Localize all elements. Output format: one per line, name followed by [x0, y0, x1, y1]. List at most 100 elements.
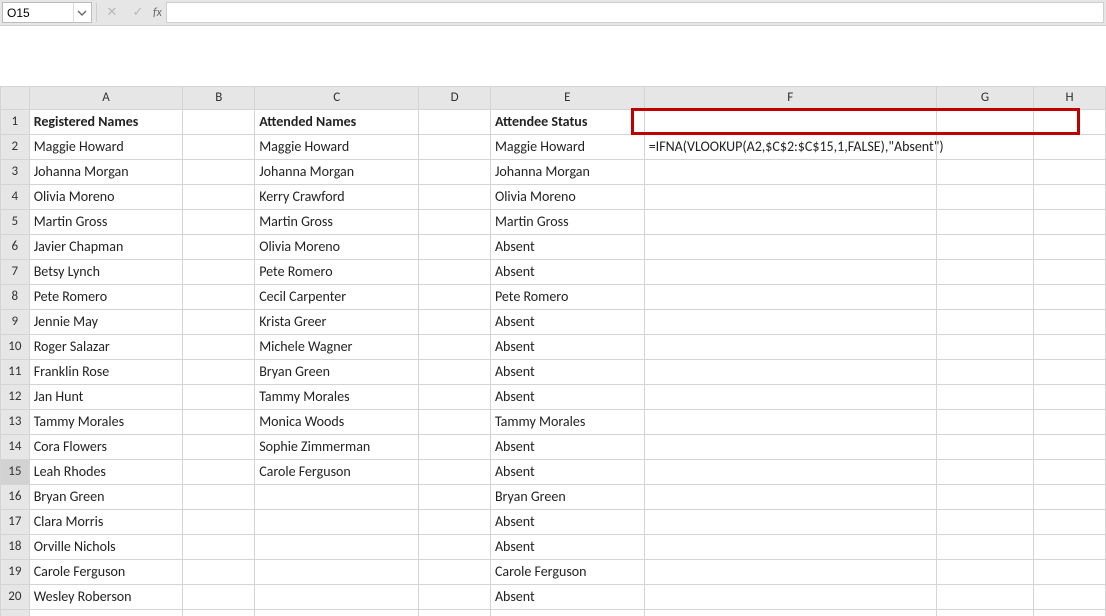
col-header-G[interactable]: G — [936, 87, 1033, 110]
cell-D8[interactable] — [419, 285, 491, 310]
cell-E5[interactable]: Martin Gross — [490, 210, 644, 235]
cell-G9[interactable] — [936, 310, 1033, 335]
cell-E20[interactable]: Absent — [490, 585, 644, 610]
cell-F16[interactable] — [644, 485, 936, 510]
cell-G11[interactable] — [936, 360, 1033, 385]
cell-C1[interactable]: Attended Names — [255, 110, 419, 135]
cell-A6[interactable]: Javier Chapman — [29, 235, 183, 260]
spreadsheet[interactable]: ABCDEFGH 1Registered NamesAttended Names… — [0, 86, 1106, 616]
cell-G13[interactable] — [936, 410, 1033, 435]
cell-E8[interactable]: Pete Romero — [490, 285, 644, 310]
cell-F20[interactable] — [644, 585, 936, 610]
cell-B4[interactable] — [183, 185, 255, 210]
cell-C16[interactable] — [255, 485, 419, 510]
cell-D17[interactable] — [419, 510, 491, 535]
cell-H17[interactable] — [1034, 510, 1106, 535]
cell-E18[interactable]: Absent — [490, 535, 644, 560]
cell-B13[interactable] — [183, 410, 255, 435]
cell-B8[interactable] — [183, 285, 255, 310]
cell-G10[interactable] — [936, 335, 1033, 360]
cell-E2[interactable]: Maggie Howard — [490, 135, 644, 160]
cell-D18[interactable] — [419, 535, 491, 560]
cell-H18[interactable] — [1034, 535, 1106, 560]
cell-C15[interactable]: Carole Ferguson — [255, 460, 419, 485]
cell-C19[interactable] — [255, 560, 419, 585]
cell-B17[interactable] — [183, 510, 255, 535]
row-header[interactable]: 15 — [1, 460, 30, 485]
col-header-F[interactable]: F — [644, 87, 936, 110]
cancel-button[interactable]: ✕ — [99, 0, 125, 25]
cell-D3[interactable] — [419, 160, 491, 185]
cell-A15[interactable]: Leah Rhodes — [29, 460, 183, 485]
cell-B3[interactable] — [183, 160, 255, 185]
cell-E17[interactable]: Absent — [490, 510, 644, 535]
cell-H3[interactable] — [1034, 160, 1106, 185]
cell-F14[interactable] — [644, 435, 936, 460]
cell-E15[interactable]: Absent — [490, 460, 644, 485]
cell-E4[interactable]: Olivia Moreno — [490, 185, 644, 210]
col-header-H[interactable]: H — [1034, 87, 1106, 110]
row-header[interactable]: 8 — [1, 285, 30, 310]
cell-A17[interactable]: Clara Morris — [29, 510, 183, 535]
row-header[interactable]: 5 — [1, 210, 30, 235]
cell-A1[interactable]: Registered Names — [29, 110, 183, 135]
col-header-B[interactable]: B — [183, 87, 255, 110]
cell-E1[interactable]: Attendee Status — [490, 110, 644, 135]
row-header[interactable]: 17 — [1, 510, 30, 535]
cell-A2[interactable]: Maggie Howard — [29, 135, 183, 160]
cell-A13[interactable]: Tammy Morales — [29, 410, 183, 435]
cell-D21[interactable] — [419, 610, 491, 616]
cell-B1[interactable] — [183, 110, 255, 135]
cell-B21[interactable] — [183, 610, 255, 616]
row-header[interactable]: 20 — [1, 585, 30, 610]
cell-B16[interactable] — [183, 485, 255, 510]
cell-G20[interactable] — [936, 585, 1033, 610]
cell-G8[interactable] — [936, 285, 1033, 310]
cell-E9[interactable]: Absent — [490, 310, 644, 335]
cell-H6[interactable] — [1034, 235, 1106, 260]
cell-C14[interactable]: Sophie Zimmerman — [255, 435, 419, 460]
cell-G21[interactable] — [936, 610, 1033, 616]
cell-F13[interactable] — [644, 410, 936, 435]
cell-H2[interactable] — [1034, 135, 1106, 160]
row-header[interactable]: 13 — [1, 410, 30, 435]
cell-E3[interactable]: Johanna Morgan — [490, 160, 644, 185]
cell-B20[interactable] — [183, 585, 255, 610]
enter-button[interactable]: ✓ — [125, 0, 151, 25]
cell-B14[interactable] — [183, 435, 255, 460]
cell-E19[interactable]: Carole Ferguson — [490, 560, 644, 585]
cell-G6[interactable] — [936, 235, 1033, 260]
cell-D14[interactable] — [419, 435, 491, 460]
cell-E11[interactable]: Absent — [490, 360, 644, 385]
cell-A7[interactable]: Betsy Lynch — [29, 260, 183, 285]
cell-F7[interactable] — [644, 260, 936, 285]
cell-H5[interactable] — [1034, 210, 1106, 235]
cell-G2[interactable] — [936, 135, 1033, 160]
cell-H4[interactable] — [1034, 185, 1106, 210]
cell-G15[interactable] — [936, 460, 1033, 485]
cell-G19[interactable] — [936, 560, 1033, 585]
cell-D6[interactable] — [419, 235, 491, 260]
row-header[interactable]: 10 — [1, 335, 30, 360]
cell-A16[interactable]: Bryan Green — [29, 485, 183, 510]
cell-A10[interactable]: Roger Salazar — [29, 335, 183, 360]
cell-A11[interactable]: Franklin Rose — [29, 360, 183, 385]
cell-D7[interactable] — [419, 260, 491, 285]
cell-F9[interactable] — [644, 310, 936, 335]
cell-A19[interactable]: Carole Ferguson — [29, 560, 183, 585]
cell-D16[interactable] — [419, 485, 491, 510]
cell-A9[interactable]: Jennie May — [29, 310, 183, 335]
cell-F17[interactable] — [644, 510, 936, 535]
name-box-wrap[interactable] — [2, 2, 92, 23]
cell-H1[interactable] — [1034, 110, 1106, 135]
cell-D11[interactable] — [419, 360, 491, 385]
cell-G12[interactable] — [936, 385, 1033, 410]
cell-G1[interactable] — [936, 110, 1033, 135]
cell-C18[interactable] — [255, 535, 419, 560]
cell-D5[interactable] — [419, 210, 491, 235]
cell-B2[interactable] — [183, 135, 255, 160]
cell-C10[interactable]: Michele Wagner — [255, 335, 419, 360]
cell-B6[interactable] — [183, 235, 255, 260]
cell-H21[interactable] — [1034, 610, 1106, 616]
row-header[interactable]: 18 — [1, 535, 30, 560]
